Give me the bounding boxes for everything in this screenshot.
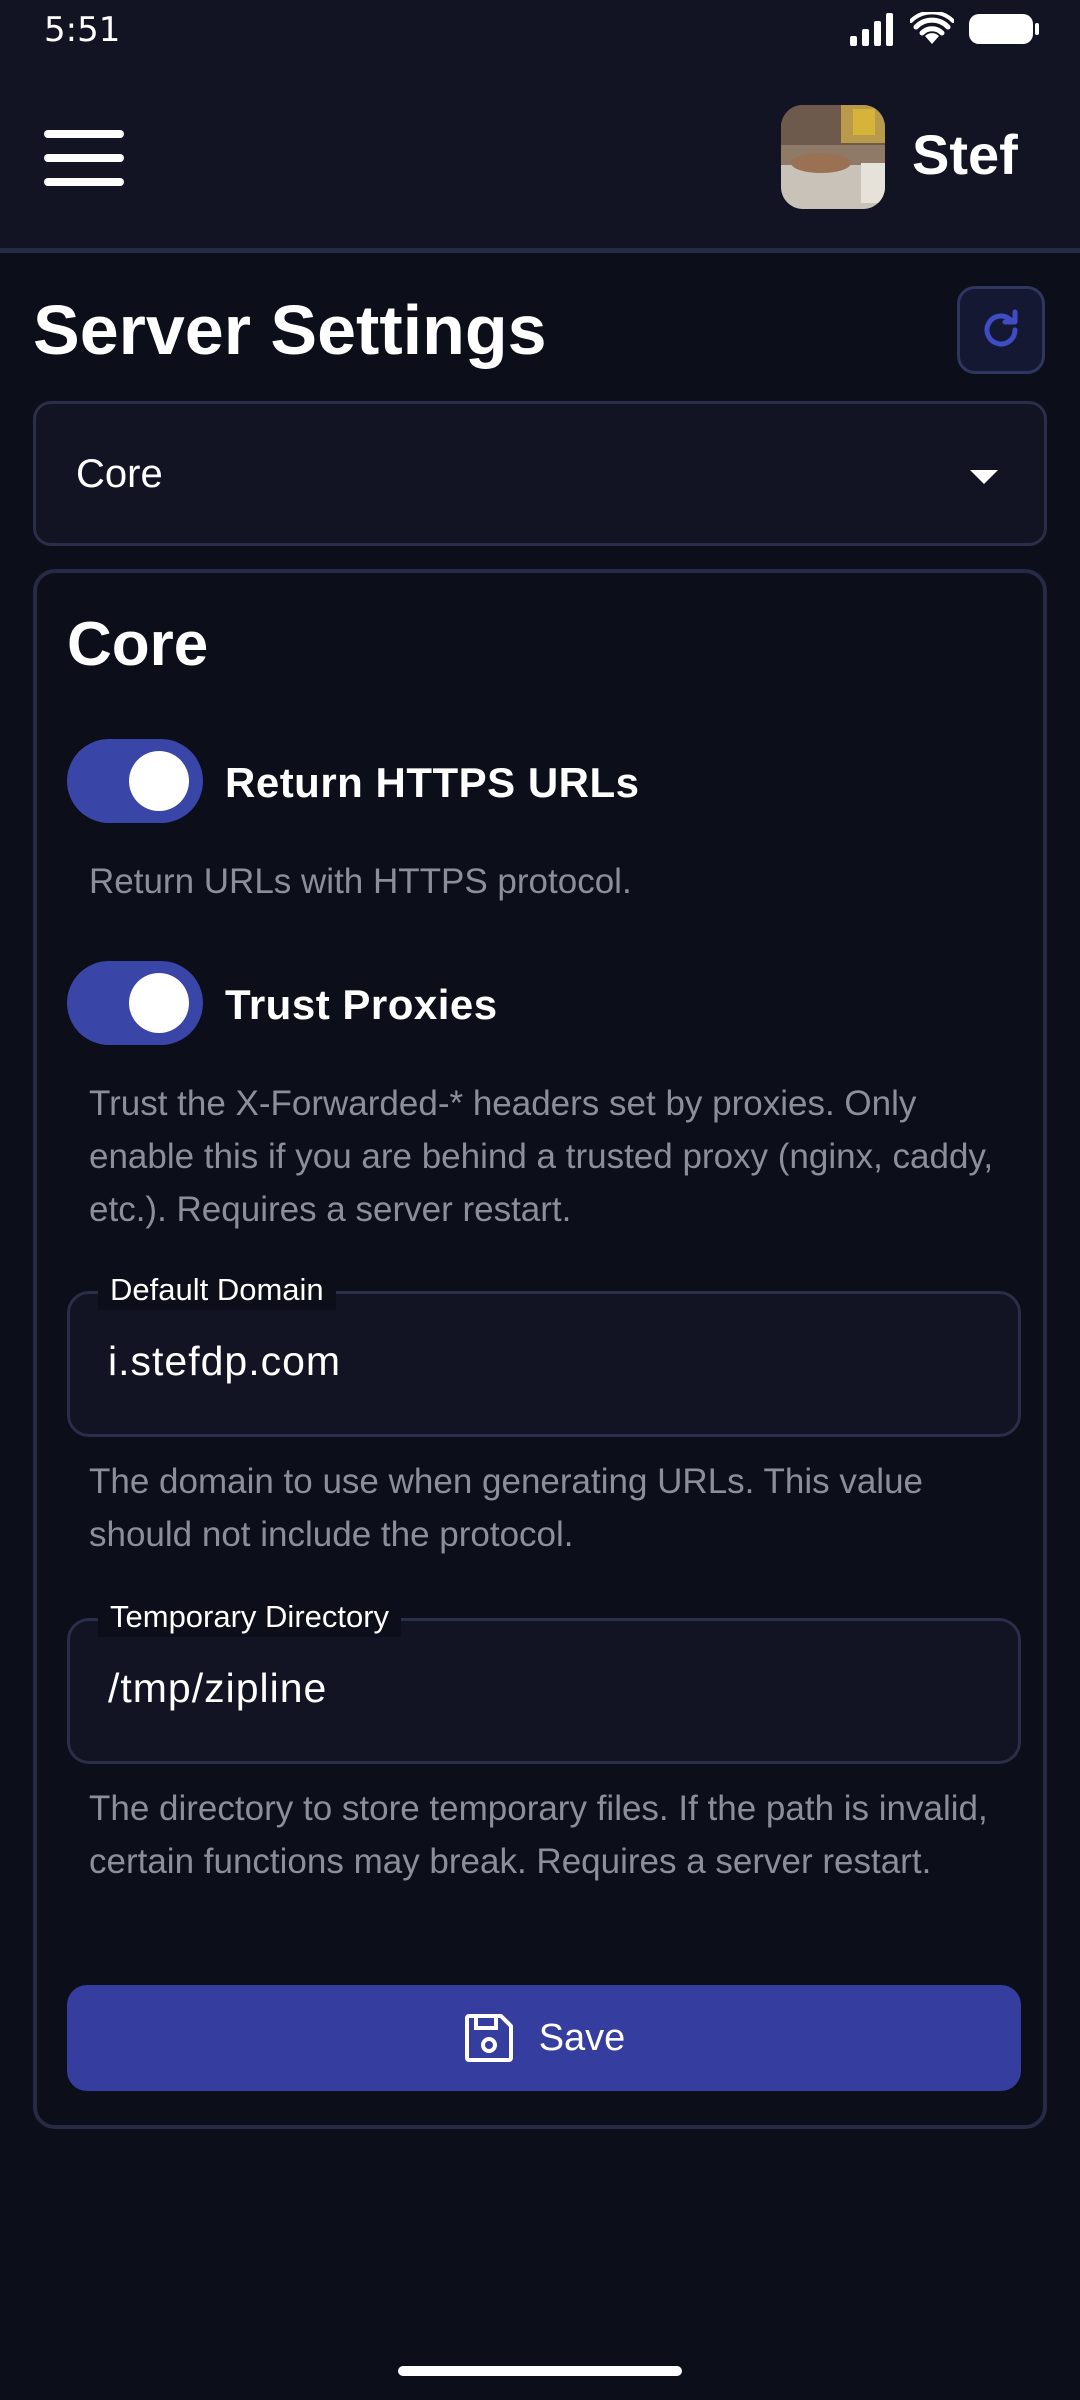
save-button-label: Save: [538, 2016, 626, 2059]
default-domain-input[interactable]: i.stefdp.com: [108, 1338, 341, 1385]
category-select-value: Core: [76, 452, 163, 496]
save-icon: [464, 2014, 513, 2062]
menu-icon: [44, 130, 124, 138]
default-domain-field[interactable]: Default Domain i.stefdp.com: [67, 1270, 1021, 1437]
signal-icon: [850, 13, 893, 46]
card-title: Core: [67, 610, 209, 679]
category-select[interactable]: Core: [33, 401, 1047, 546]
menu-button[interactable]: [44, 130, 124, 186]
page-title: Server Settings: [33, 291, 547, 369]
default-domain-label: Default Domain: [98, 1270, 336, 1310]
status-bar: 5:51: [0, 0, 1080, 64]
status-icons: [850, 12, 1040, 46]
toggle-return-https-urls[interactable]: [67, 739, 203, 823]
default-domain-description: The domain to use when generating URLs. …: [89, 1462, 924, 1554]
return-https-urls-description: Return URLs with HTTPS protocol.: [89, 862, 632, 901]
home-indicator[interactable]: [398, 2366, 682, 2376]
app-header: Stef: [0, 64, 1080, 253]
refresh-button[interactable]: [957, 286, 1045, 374]
toggle-trust-proxies[interactable]: [67, 961, 203, 1045]
settings-card: Core Return HTTPS URLs Return URLs with …: [33, 569, 1047, 2129]
trust-proxies-description: Trust the X-Forwarded-* headers set by p…: [89, 1084, 994, 1229]
toggle-label-return-https-urls: Return HTTPS URLs: [225, 759, 640, 806]
save-button[interactable]: Save: [67, 1985, 1021, 2091]
status-time: 5:51: [44, 10, 121, 50]
temporary-directory-description: The directory to store temporary files. …: [89, 1789, 988, 1881]
battery-icon: [969, 14, 1039, 44]
temporary-directory-label: Temporary Directory: [98, 1597, 402, 1637]
wifi-icon: [910, 12, 954, 44]
avatar[interactable]: [781, 105, 885, 209]
toggle-label-trust-proxies: Trust Proxies: [225, 981, 498, 1028]
toggle-knob: [129, 973, 189, 1033]
toggle-knob: [129, 751, 189, 811]
username[interactable]: Stef: [912, 122, 1018, 187]
chevron-down-icon: [970, 470, 998, 484]
refresh-icon: [984, 309, 1018, 347]
temporary-directory-field[interactable]: Temporary Directory /tmp/zipline: [67, 1597, 1021, 1764]
avatar-image: [781, 105, 885, 209]
temporary-directory-input[interactable]: /tmp/zipline: [108, 1665, 327, 1712]
